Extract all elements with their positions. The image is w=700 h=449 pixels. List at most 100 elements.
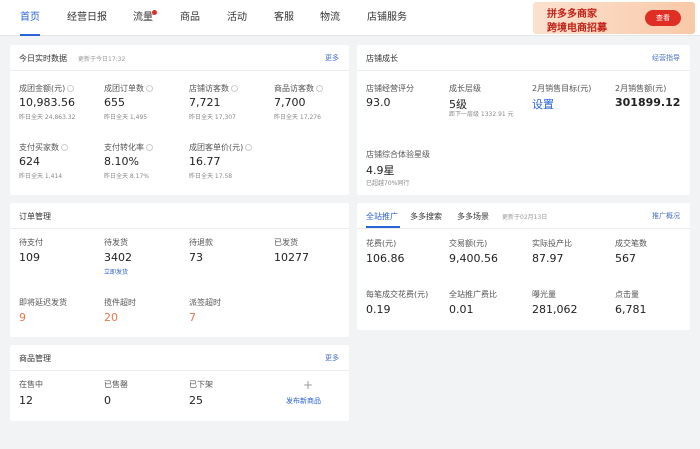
tab-site-promo[interactable]: 全站推广 — [366, 211, 398, 222]
goods-label: 已售罄 — [104, 380, 128, 389]
order-value[interactable]: 73 — [189, 251, 203, 264]
promo-overview-link[interactable]: 推广概况 — [652, 211, 680, 221]
promo-value: 0.01 — [449, 303, 474, 316]
card-title: 今日实时数据 — [19, 54, 67, 63]
order-label: 揽件超时 — [104, 298, 136, 307]
order-label: 即将延迟发货 — [19, 298, 67, 307]
target-label: 2月销售目标(元) — [532, 84, 592, 93]
card-title: 商品管理 — [19, 354, 51, 363]
divider — [10, 70, 349, 71]
metric-label: 商品访客数 — [274, 83, 323, 94]
help-icon[interactable] — [316, 85, 323, 92]
metric-value: 8.10% — [104, 155, 139, 168]
promo-label: 实际投产比 — [532, 239, 572, 248]
level-label: 成长层级 — [449, 84, 481, 93]
promo-label: 花费(元) — [366, 239, 397, 248]
sales-label: 2月销售额(元) — [615, 84, 667, 93]
order-value[interactable]: 3402 — [104, 251, 132, 264]
tab-search[interactable]: 多多搜索 — [410, 211, 442, 222]
new-dot-icon — [152, 10, 157, 15]
metric-value: 624 — [19, 155, 40, 168]
promo-value: 6,781 — [615, 303, 647, 316]
promo-label: 成交笔数 — [615, 239, 647, 248]
order-label: 已发货 — [274, 238, 298, 247]
order-value[interactable]: 10277 — [274, 251, 309, 264]
order-value[interactable]: 7 — [189, 311, 196, 324]
ship-now-link[interactable]: 立即发货 — [104, 267, 128, 276]
metric-yesterday: 昨日全天 1,495 — [104, 114, 148, 121]
help-icon[interactable] — [231, 85, 238, 92]
help-icon[interactable] — [146, 85, 153, 92]
help-icon[interactable] — [245, 144, 253, 151]
goods-value[interactable]: 25 — [189, 394, 203, 407]
more-link[interactable]: 更多 — [325, 353, 339, 363]
goods-value[interactable]: 0 — [104, 394, 111, 407]
tab-scene[interactable]: 多多场景 — [457, 211, 489, 222]
goods-value[interactable]: 12 — [19, 394, 33, 407]
promo-banner[interactable]: 拼多多商家 跨境电商招募 查看 — [533, 2, 695, 34]
nav-goods[interactable]: 商品 — [180, 0, 200, 36]
card-title: 订单管理 — [19, 212, 51, 221]
nav-home[interactable]: 首页 — [20, 0, 40, 36]
promo-value: 567 — [615, 252, 636, 265]
order-value[interactable]: 109 — [19, 251, 40, 264]
order-label: 待退款 — [189, 238, 213, 247]
growth-card: 店铺成长 经营指导 店铺经营评分 93.0 成长层级 5级 距下一层级 1332… — [357, 45, 690, 195]
banner-line1: 拼多多商家 — [547, 9, 597, 20]
realtime-card: 今日实时数据 更新于今日17:32 更多 成团金额(元) 10,983.56 昨… — [10, 45, 349, 195]
promo-label: 交易额(元) — [449, 239, 488, 248]
promo-value: 9,400.56 — [449, 252, 498, 265]
divider — [357, 228, 690, 229]
top-nav: 首页 经营日报 流量 商品 活动 客服 物流 店铺服务 拼多多商家 跨境电商招募… — [0, 0, 700, 36]
help-icon[interactable] — [67, 85, 75, 92]
promo-card: 全站推广 多多搜索 多多场景 更新于02月13日 推广概况 花费(元) 106.… — [357, 203, 690, 330]
set-target-link[interactable]: 设置 — [532, 96, 554, 112]
order-label: 待发货 — [104, 238, 128, 247]
exp-label: 店铺综合体验星级 — [366, 150, 430, 159]
promo-label: 点击量 — [615, 290, 639, 299]
nav-shop-service[interactable]: 店铺服务 — [367, 0, 407, 36]
order-label: 派签超时 — [189, 298, 221, 307]
level-note: 距下一层级 1332.91 元 — [449, 111, 514, 118]
sales-value: 301899.12 — [615, 96, 681, 109]
promo-value: 281,062 — [532, 303, 578, 316]
exp-value: 4.9星 — [366, 164, 395, 177]
divider — [357, 70, 690, 71]
goods-label: 已下架 — [189, 380, 213, 389]
nav-service[interactable]: 客服 — [274, 0, 294, 36]
metric-label: 成团客单价(元) — [189, 142, 253, 153]
order-value[interactable]: 20 — [104, 311, 118, 324]
metric-yesterday: 昨日全天 1,414 — [19, 173, 63, 180]
exp-note: 已超越70%同行 — [366, 180, 410, 187]
plus-icon[interactable]: + — [303, 378, 313, 392]
metric-value: 7,721 — [189, 96, 221, 109]
metric-label: 支付转化率 — [104, 142, 153, 153]
metric-value: 16.77 — [189, 155, 221, 168]
banner-button[interactable]: 查看 — [645, 10, 681, 26]
banner-line2: 跨境电商招募 — [547, 23, 607, 34]
update-time: 更新于02月13日 — [502, 214, 548, 221]
help-icon[interactable] — [146, 144, 153, 151]
nav-traffic[interactable]: 流量 — [133, 0, 153, 36]
help-icon[interactable] — [61, 144, 68, 151]
order-value[interactable]: 9 — [19, 311, 26, 324]
update-time: 更新于今日17:32 — [78, 56, 126, 63]
score-value: 93.0 — [366, 96, 391, 109]
goods-card: 商品管理 更多 在售中 12 已售罄 0 已下架 25 + 发布新商品 — [10, 345, 349, 421]
add-goods-link[interactable]: 发布新商品 — [286, 396, 321, 406]
metric-yesterday: 昨日全天 17.58 — [189, 173, 233, 180]
more-link[interactable]: 更多 — [325, 53, 339, 63]
guide-link[interactable]: 经营指导 — [652, 53, 680, 63]
score-label: 店铺经营评分 — [366, 84, 414, 93]
nav-activity[interactable]: 活动 — [227, 0, 247, 36]
metric-yesterday: 昨日全天 24,863.32 — [19, 114, 76, 121]
nav-daily-report[interactable]: 经营日报 — [67, 0, 107, 36]
promo-label: 每笔成交花费(元) — [366, 290, 429, 299]
nav-logistics[interactable]: 物流 — [320, 0, 340, 36]
promo-label: 全站推广费比 — [449, 290, 497, 299]
metric-label: 成团金额(元) — [19, 83, 75, 94]
promo-label: 曝光量 — [532, 290, 556, 299]
promo-value: 106.86 — [366, 252, 405, 265]
promo-value: 87.97 — [532, 252, 564, 265]
metric-yesterday: 昨日全天 17,307 — [189, 114, 236, 121]
